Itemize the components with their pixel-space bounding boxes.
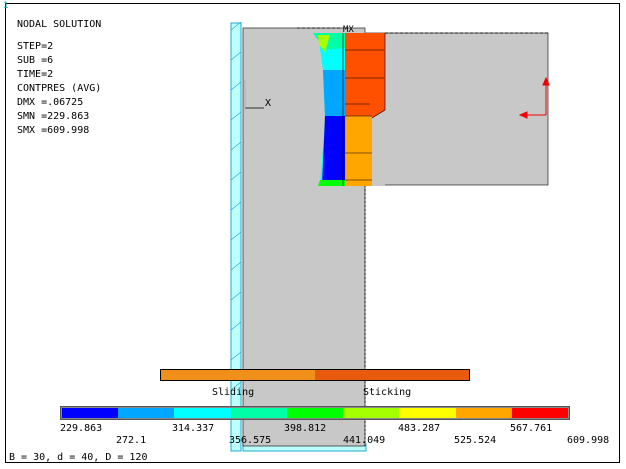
sliding-swatch xyxy=(161,370,315,380)
color-band-7 xyxy=(399,408,456,418)
footer-caption: B = 30, d = 40, D = 120 xyxy=(9,452,148,463)
max-marker-label: MX xyxy=(343,25,354,35)
sub-label: SUB =6 xyxy=(17,55,54,66)
status-legend-bar xyxy=(160,369,470,381)
smn-label: SMN =229.863 xyxy=(17,111,90,122)
legend-value-1: 229.863 xyxy=(60,423,103,434)
legend-value-9: 567.761 xyxy=(510,423,553,434)
legend-value-5: 398.812 xyxy=(284,423,327,434)
color-band-9 xyxy=(511,408,568,418)
model-view xyxy=(230,21,550,452)
color-band-1 xyxy=(62,408,119,418)
time-label: TIME=2 xyxy=(17,69,54,80)
solid-flange xyxy=(365,32,549,186)
legend-value-2: 272.1 xyxy=(116,435,147,446)
color-band-5 xyxy=(286,408,344,418)
color-band-4 xyxy=(230,408,287,418)
color-band-6 xyxy=(343,408,400,418)
legend-value-7: 483.287 xyxy=(398,423,441,434)
plot-title: NODAL SOLUTION xyxy=(17,19,102,30)
sticking-swatch xyxy=(315,370,469,380)
quantity-label: CONTPRES (AVG) xyxy=(17,83,102,94)
sliding-label: Sliding xyxy=(212,387,255,398)
triad-x-label: X xyxy=(265,98,272,109)
legend-value-10: 609.998 xyxy=(567,435,610,446)
contour-color-bar xyxy=(60,406,570,420)
step-label: STEP=2 xyxy=(17,41,54,52)
legend-value-8: 525.524 xyxy=(454,435,497,446)
dmx-label: DMX =.06725 xyxy=(17,97,84,108)
legend-value-3: 314.337 xyxy=(172,423,215,434)
color-band-8 xyxy=(455,408,512,418)
smx-label: SMX =609.998 xyxy=(17,125,90,136)
sticking-label: Sticking xyxy=(363,387,412,398)
color-band-3 xyxy=(174,408,231,418)
color-band-2 xyxy=(118,408,175,418)
legend-value-4: 356.575 xyxy=(229,435,272,446)
legend-value-6: 441.049 xyxy=(343,435,386,446)
